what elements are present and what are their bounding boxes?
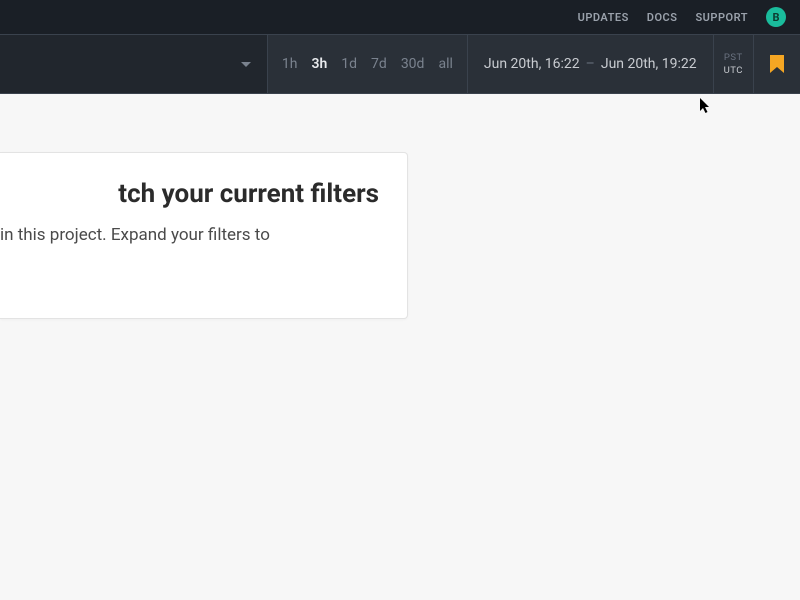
range-30d[interactable]: 30d — [401, 56, 425, 72]
date-separator: – — [586, 56, 595, 72]
project-dropdown[interactable] — [0, 35, 268, 93]
range-1d[interactable]: 1d — [341, 56, 357, 72]
range-1h[interactable]: 1h — [282, 56, 298, 72]
bookmark-button[interactable] — [754, 35, 800, 93]
range-7d[interactable]: 7d — [371, 56, 387, 72]
date-range-display[interactable]: Jun 20th, 16:22 – Jun 20th, 19:22 — [468, 35, 714, 93]
empty-state-body: in this project. Expand your filters to — [0, 223, 379, 248]
tz-pst[interactable]: PST — [724, 52, 743, 63]
top-nav: UPDATES DOCS SUPPORT B — [0, 0, 800, 34]
empty-state-card: tch your current filters in this project… — [0, 152, 408, 319]
timezone-toggle: PST UTC — [714, 35, 754, 93]
tz-utc[interactable]: UTC — [724, 65, 743, 76]
nav-docs[interactable]: DOCS — [647, 11, 678, 24]
empty-state-title: tch your current filters — [0, 179, 379, 209]
main-content: tch your current filters in this project… — [0, 94, 800, 152]
nav-support[interactable]: SUPPORT — [695, 11, 748, 24]
user-avatar[interactable]: B — [766, 7, 786, 27]
date-start: Jun 20th, 16:22 — [484, 56, 580, 72]
range-3h[interactable]: 3h — [311, 56, 327, 72]
date-end: Jun 20th, 19:22 — [601, 56, 697, 72]
filter-toolbar: 1h 3h 1d 7d 30d all Jun 20th, 16:22 – Ju… — [0, 34, 800, 94]
chevron-down-icon — [241, 62, 251, 67]
range-all[interactable]: all — [438, 56, 452, 72]
nav-updates[interactable]: UPDATES — [578, 11, 629, 24]
time-range-picker: 1h 3h 1d 7d 30d all — [268, 35, 468, 93]
bookmark-icon — [770, 55, 784, 73]
